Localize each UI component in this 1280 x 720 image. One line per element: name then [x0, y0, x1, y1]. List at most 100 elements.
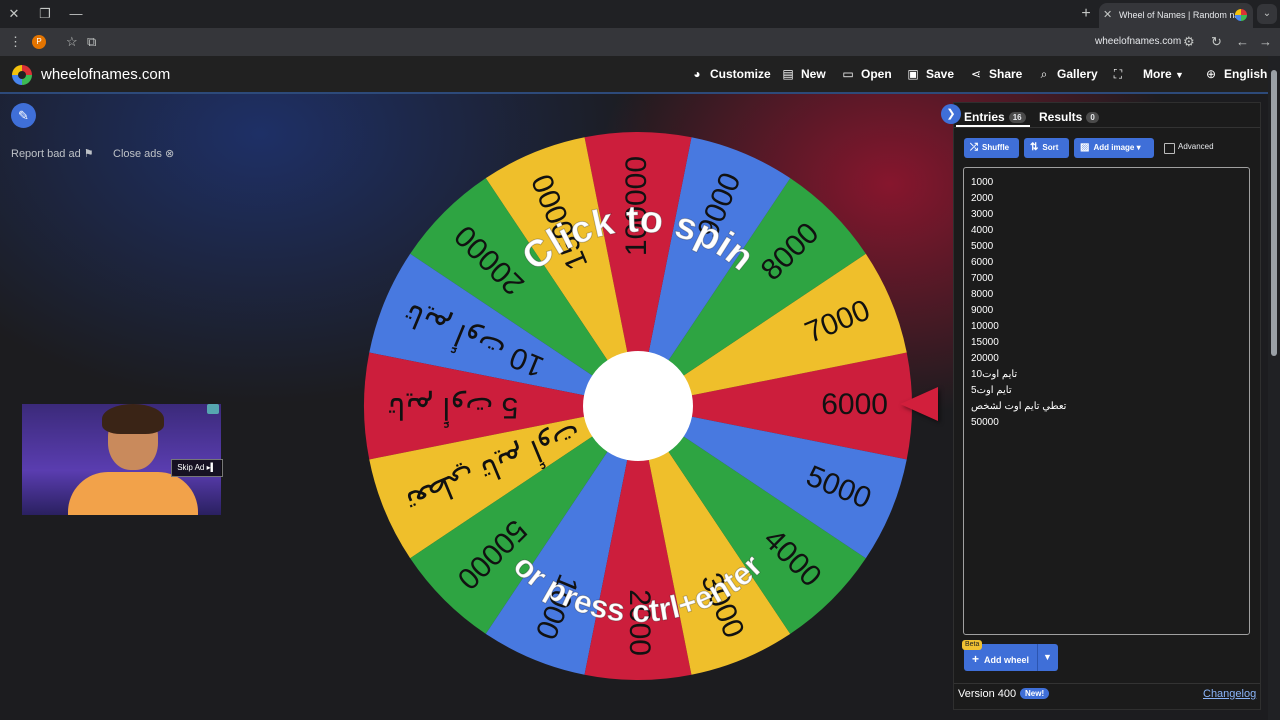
- browser-tab[interactable]: ✕ Wheel of Names | Random nam: [1099, 3, 1253, 28]
- results-count-badge: 0: [1086, 112, 1099, 124]
- entry-line: 5000: [971, 241, 994, 252]
- fullscreen-icon: ⛶: [1113, 67, 1123, 81]
- ad-info-icon[interactable]: [207, 404, 219, 414]
- entry-line: 8000: [971, 289, 994, 300]
- entry-line: 6000: [971, 257, 994, 268]
- entry-line: 7000: [971, 273, 994, 284]
- report-bad-ad-link[interactable]: Report bad ad ⚑: [11, 147, 94, 160]
- entry-line: 15000: [971, 337, 999, 348]
- tab-entries-label: Entries: [964, 110, 1005, 124]
- pencil-icon: ✎: [18, 108, 29, 123]
- entry-line: 10تايم اوت: [971, 369, 1018, 380]
- reload-icon[interactable]: ↻: [1211, 33, 1222, 51]
- brand-name[interactable]: wheelofnames.com: [41, 66, 170, 83]
- skip-ad-label: Skip Ad: [177, 463, 205, 472]
- restore-window-icon[interactable]: ❐: [35, 4, 55, 24]
- site-header: wheelofnames.com ◕ Customize ▤ New ▭ Open ▣…: [0, 56, 1268, 94]
- plus-icon: +: [972, 652, 980, 666]
- close-ads-label: Close ads: [113, 148, 162, 160]
- chevron-right-icon: ❯: [946, 108, 956, 120]
- browser-menu-icon[interactable]: ⋮: [9, 33, 22, 51]
- skip-ad-button[interactable]: Skip Ad ▸▍: [171, 459, 223, 477]
- nav-more[interactable]: More ▼: [1143, 67, 1184, 81]
- spin-wheel[interactable]: 6000 7000 8000 9000 100000 150000 20000 10 تايم…: [360, 128, 916, 684]
- advanced-checkbox[interactable]: [1164, 143, 1175, 154]
- bookmark-star-icon[interactable]: ☆: [66, 33, 78, 51]
- tab-close-icon[interactable]: ✕: [1103, 8, 1112, 21]
- nav-customize[interactable]: ◕ Customize: [690, 67, 771, 81]
- entry-line: 50000: [971, 417, 999, 428]
- entry-line: تايم اوت5: [971, 385, 1012, 396]
- nav-language[interactable]: ⊕ English: [1204, 67, 1267, 81]
- tab-search-icon[interactable]: ⌄: [1257, 4, 1277, 24]
- nav-more-label: More: [1143, 67, 1172, 81]
- tab-sharing-icon[interactable]: ⧉: [87, 33, 96, 51]
- tab-title: Wheel of Names | Random nam: [1119, 10, 1237, 20]
- minimize-window-icon[interactable]: —: [66, 4, 86, 24]
- palette-icon: ◕: [693, 67, 701, 81]
- collapse-panel-button[interactable]: ❯: [941, 104, 961, 124]
- wheel-svg[interactable]: 60007000800090001000001500002000010 تايم…: [360, 128, 916, 684]
- chevron-down-icon: ▾: [1136, 143, 1141, 152]
- skip-icon: ▸▍: [206, 463, 217, 472]
- nav-customize-label: Customize: [710, 67, 771, 81]
- close-circle-icon: ⊗: [164, 148, 175, 160]
- nav-save-label: Save: [926, 67, 955, 81]
- add-image-label: Add image: [1093, 143, 1135, 152]
- entries-textarea[interactable]: 1000 2000 3000 4000 5000 6000 7000 8000 9000 1000…: [963, 167, 1250, 635]
- edit-pencil-button[interactable]: ✎: [11, 103, 36, 128]
- add-wheel-label: + Add wheel: [972, 652, 1030, 666]
- new-badge: New!: [1020, 688, 1050, 699]
- save-icon: ▣: [907, 67, 919, 81]
- nav-open[interactable]: ▭ Open: [841, 67, 892, 81]
- scroll-thumb[interactable]: [1271, 70, 1277, 356]
- entries-count-badge: 16: [1008, 112, 1026, 124]
- nav-open-label: Open: [861, 67, 892, 81]
- chevron-down-icon[interactable]: ▼: [1043, 652, 1052, 662]
- new-tab-icon[interactable]: +: [1076, 4, 1096, 24]
- flag-icon: ⚑: [83, 148, 94, 160]
- profile-avatar[interactable]: P: [32, 35, 46, 49]
- share-icon: ⋖: [970, 67, 982, 81]
- beta-badge: Beta: [962, 640, 983, 650]
- shuffle-button[interactable]: ⤮ Shuffle: [964, 138, 1019, 158]
- ad-person-shirt: [68, 472, 198, 515]
- split-divider: [1037, 644, 1038, 671]
- tab-favicon-icon: [1235, 9, 1247, 21]
- wheel-segment-label: 6000: [821, 388, 888, 421]
- logo-icon[interactable]: [12, 65, 32, 85]
- nav-language-label: English: [1224, 67, 1268, 81]
- sort-label: Sort: [1042, 143, 1059, 152]
- tab-results[interactable]: Results 0: [1039, 110, 1099, 124]
- globe-icon: ⊕: [1205, 67, 1217, 81]
- nav-new[interactable]: ▤ New: [781, 67, 826, 81]
- nav-new-label: New: [801, 67, 826, 81]
- tab-entries[interactable]: Entries 16: [964, 110, 1026, 124]
- image-icon: ▨: [1080, 142, 1090, 153]
- tab-results-label: Results: [1039, 110, 1083, 124]
- add-image-button[interactable]: ▨ Add image ▾: [1074, 138, 1154, 158]
- changelog-link[interactable]: Changelog: [1203, 688, 1256, 700]
- nav-save[interactable]: ▣ Save: [906, 67, 954, 81]
- entry-line: 2000: [971, 193, 994, 204]
- nav-gallery-label: Gallery: [1057, 67, 1098, 81]
- forward-icon[interactable]: →: [1259, 33, 1272, 51]
- close-ads-link[interactable]: Close ads ⊗: [113, 147, 174, 160]
- back-icon[interactable]: ←: [1236, 33, 1249, 51]
- sort-button[interactable]: ⇅ Sort: [1024, 138, 1069, 158]
- fullscreen-button[interactable]: ⛶: [1111, 67, 1131, 82]
- wheel-segment-label: 5 تايم أوت: [388, 390, 518, 428]
- close-window-icon[interactable]: ✕: [4, 4, 24, 24]
- advanced-label: Advanced: [1178, 142, 1214, 151]
- nav-share[interactable]: ⋖ Share: [969, 67, 1022, 81]
- nav-gallery[interactable]: ⌕ Gallery: [1037, 67, 1098, 82]
- address-bar[interactable]: wheelofnames.com: [1095, 36, 1181, 47]
- wheel-center[interactable]: [583, 351, 693, 461]
- search-icon: ⌕: [1040, 67, 1048, 81]
- divider: [954, 127, 1260, 128]
- entry-line: تعطي تايم اوت لشخص: [971, 401, 1067, 412]
- entry-line: 4000: [971, 225, 994, 236]
- sort-icon: ⇅: [1030, 142, 1039, 153]
- site-settings-icon[interactable]: ⚙: [1183, 33, 1195, 51]
- page-scrollbar[interactable]: [1268, 56, 1280, 720]
